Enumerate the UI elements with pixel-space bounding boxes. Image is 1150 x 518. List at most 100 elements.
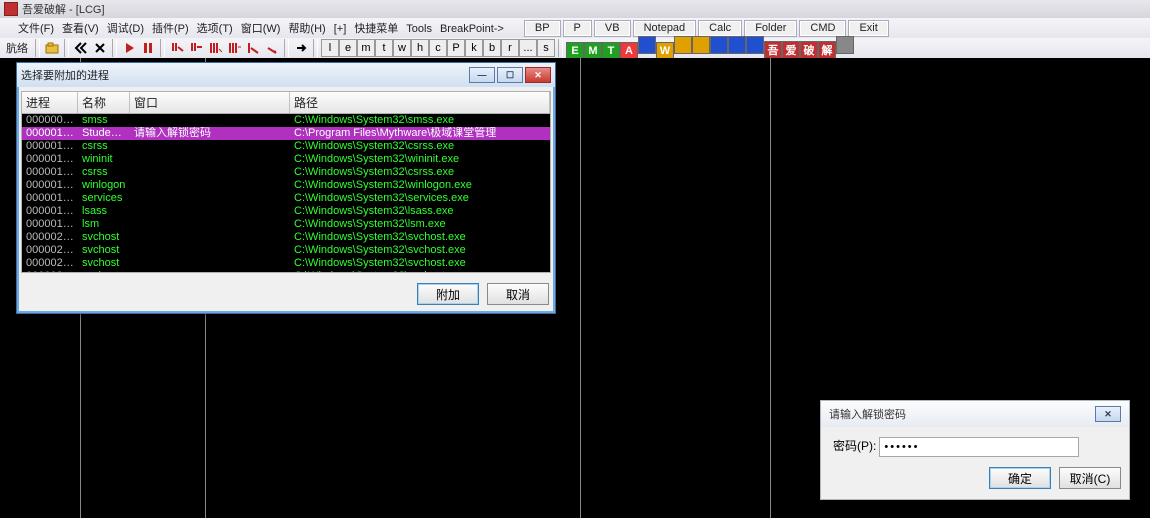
key-button[interactable]: h — [411, 39, 429, 57]
color-button[interactable]: 爱 — [782, 41, 800, 59]
menubar: 文件(F)查看(V)调试(D)插件(P)选项(T)窗口(W)帮助(H)[+]快捷… — [0, 18, 1150, 38]
top-button[interactable]: VB — [594, 20, 631, 37]
dialog-title: 选择要附加的进程 — [21, 67, 109, 83]
pane-splitter[interactable] — [770, 58, 771, 518]
titlebar: 吾爱破解 - [LCG] — [0, 0, 1150, 18]
close-button[interactable]: ✕ — [525, 67, 551, 83]
color-button[interactable] — [692, 36, 710, 54]
separator — [112, 39, 117, 57]
table-row[interactable]: 0000023CsvchostC:\Windows\System32\svcho… — [22, 231, 550, 244]
play-icon[interactable] — [120, 39, 138, 57]
key-button[interactable]: k — [465, 39, 483, 57]
key-button[interactable]: m — [357, 39, 375, 57]
menu-item[interactable]: 帮助(H) — [284, 22, 329, 36]
menu-item[interactable]: 窗口(W) — [237, 22, 285, 36]
key-button[interactable]: s — [537, 39, 555, 57]
cancel-button[interactable]: 取消(C) — [1059, 467, 1121, 489]
table-row[interactable]: 000001C8lsassC:\Windows\System32\lsass.e… — [22, 205, 550, 218]
menu-item[interactable]: 插件(P) — [148, 22, 193, 36]
pane-splitter[interactable] — [580, 58, 581, 518]
run-icon[interactable] — [263, 39, 281, 57]
key-button[interactable]: r — [501, 39, 519, 57]
table-row[interactable]: 00000158wininitC:\Windows\System32\winin… — [22, 153, 550, 166]
password-dialog: 请输入解锁密码 ✕ 密码(P): 确定 取消(C) — [820, 400, 1130, 500]
table-row[interactable]: 000001D0lsmC:\Windows\System32\lsm.exe — [22, 218, 550, 231]
top-button[interactable]: Calc — [698, 20, 742, 37]
menu-item[interactable]: Tools — [402, 22, 436, 36]
app-title: 吾爱破解 - [LCG] — [22, 1, 105, 17]
process-list[interactable]: 000000D4smssC:\Windows\System32\smss.exe… — [21, 113, 551, 273]
color-button[interactable]: 解 — [818, 41, 836, 59]
key-button[interactable]: b — [483, 39, 501, 57]
color-button[interactable] — [674, 36, 692, 54]
key-button[interactable]: t — [375, 39, 393, 57]
ok-button[interactable]: 确定 — [989, 467, 1051, 489]
top-button[interactable]: BP — [524, 20, 561, 37]
color-button[interactable] — [728, 36, 746, 54]
app-icon — [4, 2, 18, 16]
menu-item[interactable]: [+] — [330, 22, 351, 36]
col-window[interactable]: 窗口 — [130, 92, 290, 113]
table-row[interactable]: 000000D4smssC:\Windows\System32\smss.exe — [22, 114, 550, 127]
table-row[interactable]: 00000184winlogonC:\Windows\System32\winl… — [22, 179, 550, 192]
menu-item[interactable]: 快捷菜单 — [350, 22, 402, 36]
step-over-icon[interactable] — [187, 39, 205, 57]
menu-item[interactable]: BreakPoint-> — [436, 22, 508, 36]
key-button[interactable]: ... — [519, 39, 537, 57]
top-button[interactable]: Notepad — [633, 20, 697, 37]
workspace: 选择要附加的进程 — ☐ ✕ 进程 名称 窗口 路径 000000D4smssC… — [0, 58, 1150, 518]
table-row[interactable]: 00000130csrssC:\Windows\System32\csrss.e… — [22, 140, 550, 153]
pause-icon[interactable] — [139, 39, 157, 57]
color-button[interactable]: 吾 — [764, 41, 782, 59]
key-button[interactable]: P — [447, 39, 465, 57]
top-button[interactable]: P — [563, 20, 592, 37]
trace-into-icon[interactable] — [206, 39, 224, 57]
goto-icon[interactable] — [292, 39, 310, 57]
table-row[interactable]: 00000124StudentM请输入解锁密码C:\Program Files\… — [22, 127, 550, 140]
table-row[interactable]: 00000160csrssC:\Windows\System32\csrss.e… — [22, 166, 550, 179]
color-button[interactable] — [746, 36, 764, 54]
col-name[interactable]: 名称 — [78, 92, 130, 113]
top-button[interactable]: Folder — [744, 20, 797, 37]
table-row[interactable]: 00000288svchostC:\Windows\System32\svcho… — [22, 244, 550, 257]
dialog-titlebar[interactable]: 选择要附加的进程 — ☐ ✕ — [17, 63, 555, 87]
menu-item[interactable]: 选项(T) — [193, 22, 237, 36]
open-icon[interactable] — [43, 39, 61, 57]
color-button[interactable]: 破 — [800, 41, 818, 59]
top-button[interactable]: CMD — [799, 20, 846, 37]
separator — [35, 39, 40, 57]
col-pid[interactable]: 进程 — [22, 92, 78, 113]
password-input[interactable] — [879, 437, 1079, 457]
separator — [558, 39, 563, 57]
col-path[interactable]: 路径 — [290, 92, 550, 113]
dialog-titlebar[interactable]: 请输入解锁密码 ✕ — [821, 401, 1129, 427]
separator — [284, 39, 289, 57]
color-button[interactable] — [710, 36, 728, 54]
menu-item[interactable]: 查看(V) — [58, 22, 103, 36]
run-till-ret-icon[interactable] — [244, 39, 262, 57]
rewind-icon[interactable] — [72, 39, 90, 57]
attach-button[interactable]: 附加 — [417, 283, 479, 305]
step-into-icon[interactable] — [168, 39, 186, 57]
color-button[interactable] — [836, 36, 854, 54]
color-button[interactable] — [638, 36, 656, 54]
separator — [313, 39, 318, 57]
close-icon[interactable] — [91, 39, 109, 57]
table-row[interactable]: 000002ACsvchostC:\Windows\System32\svcho… — [22, 257, 550, 270]
trace-over-icon[interactable] — [225, 39, 243, 57]
minimize-button[interactable]: — — [469, 67, 495, 83]
menu-item[interactable]: 文件(F) — [14, 22, 58, 36]
table-row[interactable]: 000001C0servicesC:\Windows\System32\serv… — [22, 192, 550, 205]
key-button[interactable]: e — [339, 39, 357, 57]
key-button[interactable]: c — [429, 39, 447, 57]
maximize-button[interactable]: ☐ — [497, 67, 523, 83]
key-button[interactable]: l — [321, 39, 339, 57]
close-button[interactable]: ✕ — [1095, 406, 1121, 422]
separator — [64, 39, 69, 57]
key-button[interactable]: w — [393, 39, 411, 57]
table-row[interactable]: 00000314svchostC:\Windows\System32\svcho… — [22, 270, 550, 273]
cancel-button[interactable]: 取消 — [487, 283, 549, 305]
menu-item[interactable]: 调试(D) — [103, 22, 148, 36]
top-button[interactable]: Exit — [848, 20, 888, 37]
status-label: 肮络 — [2, 40, 32, 56]
